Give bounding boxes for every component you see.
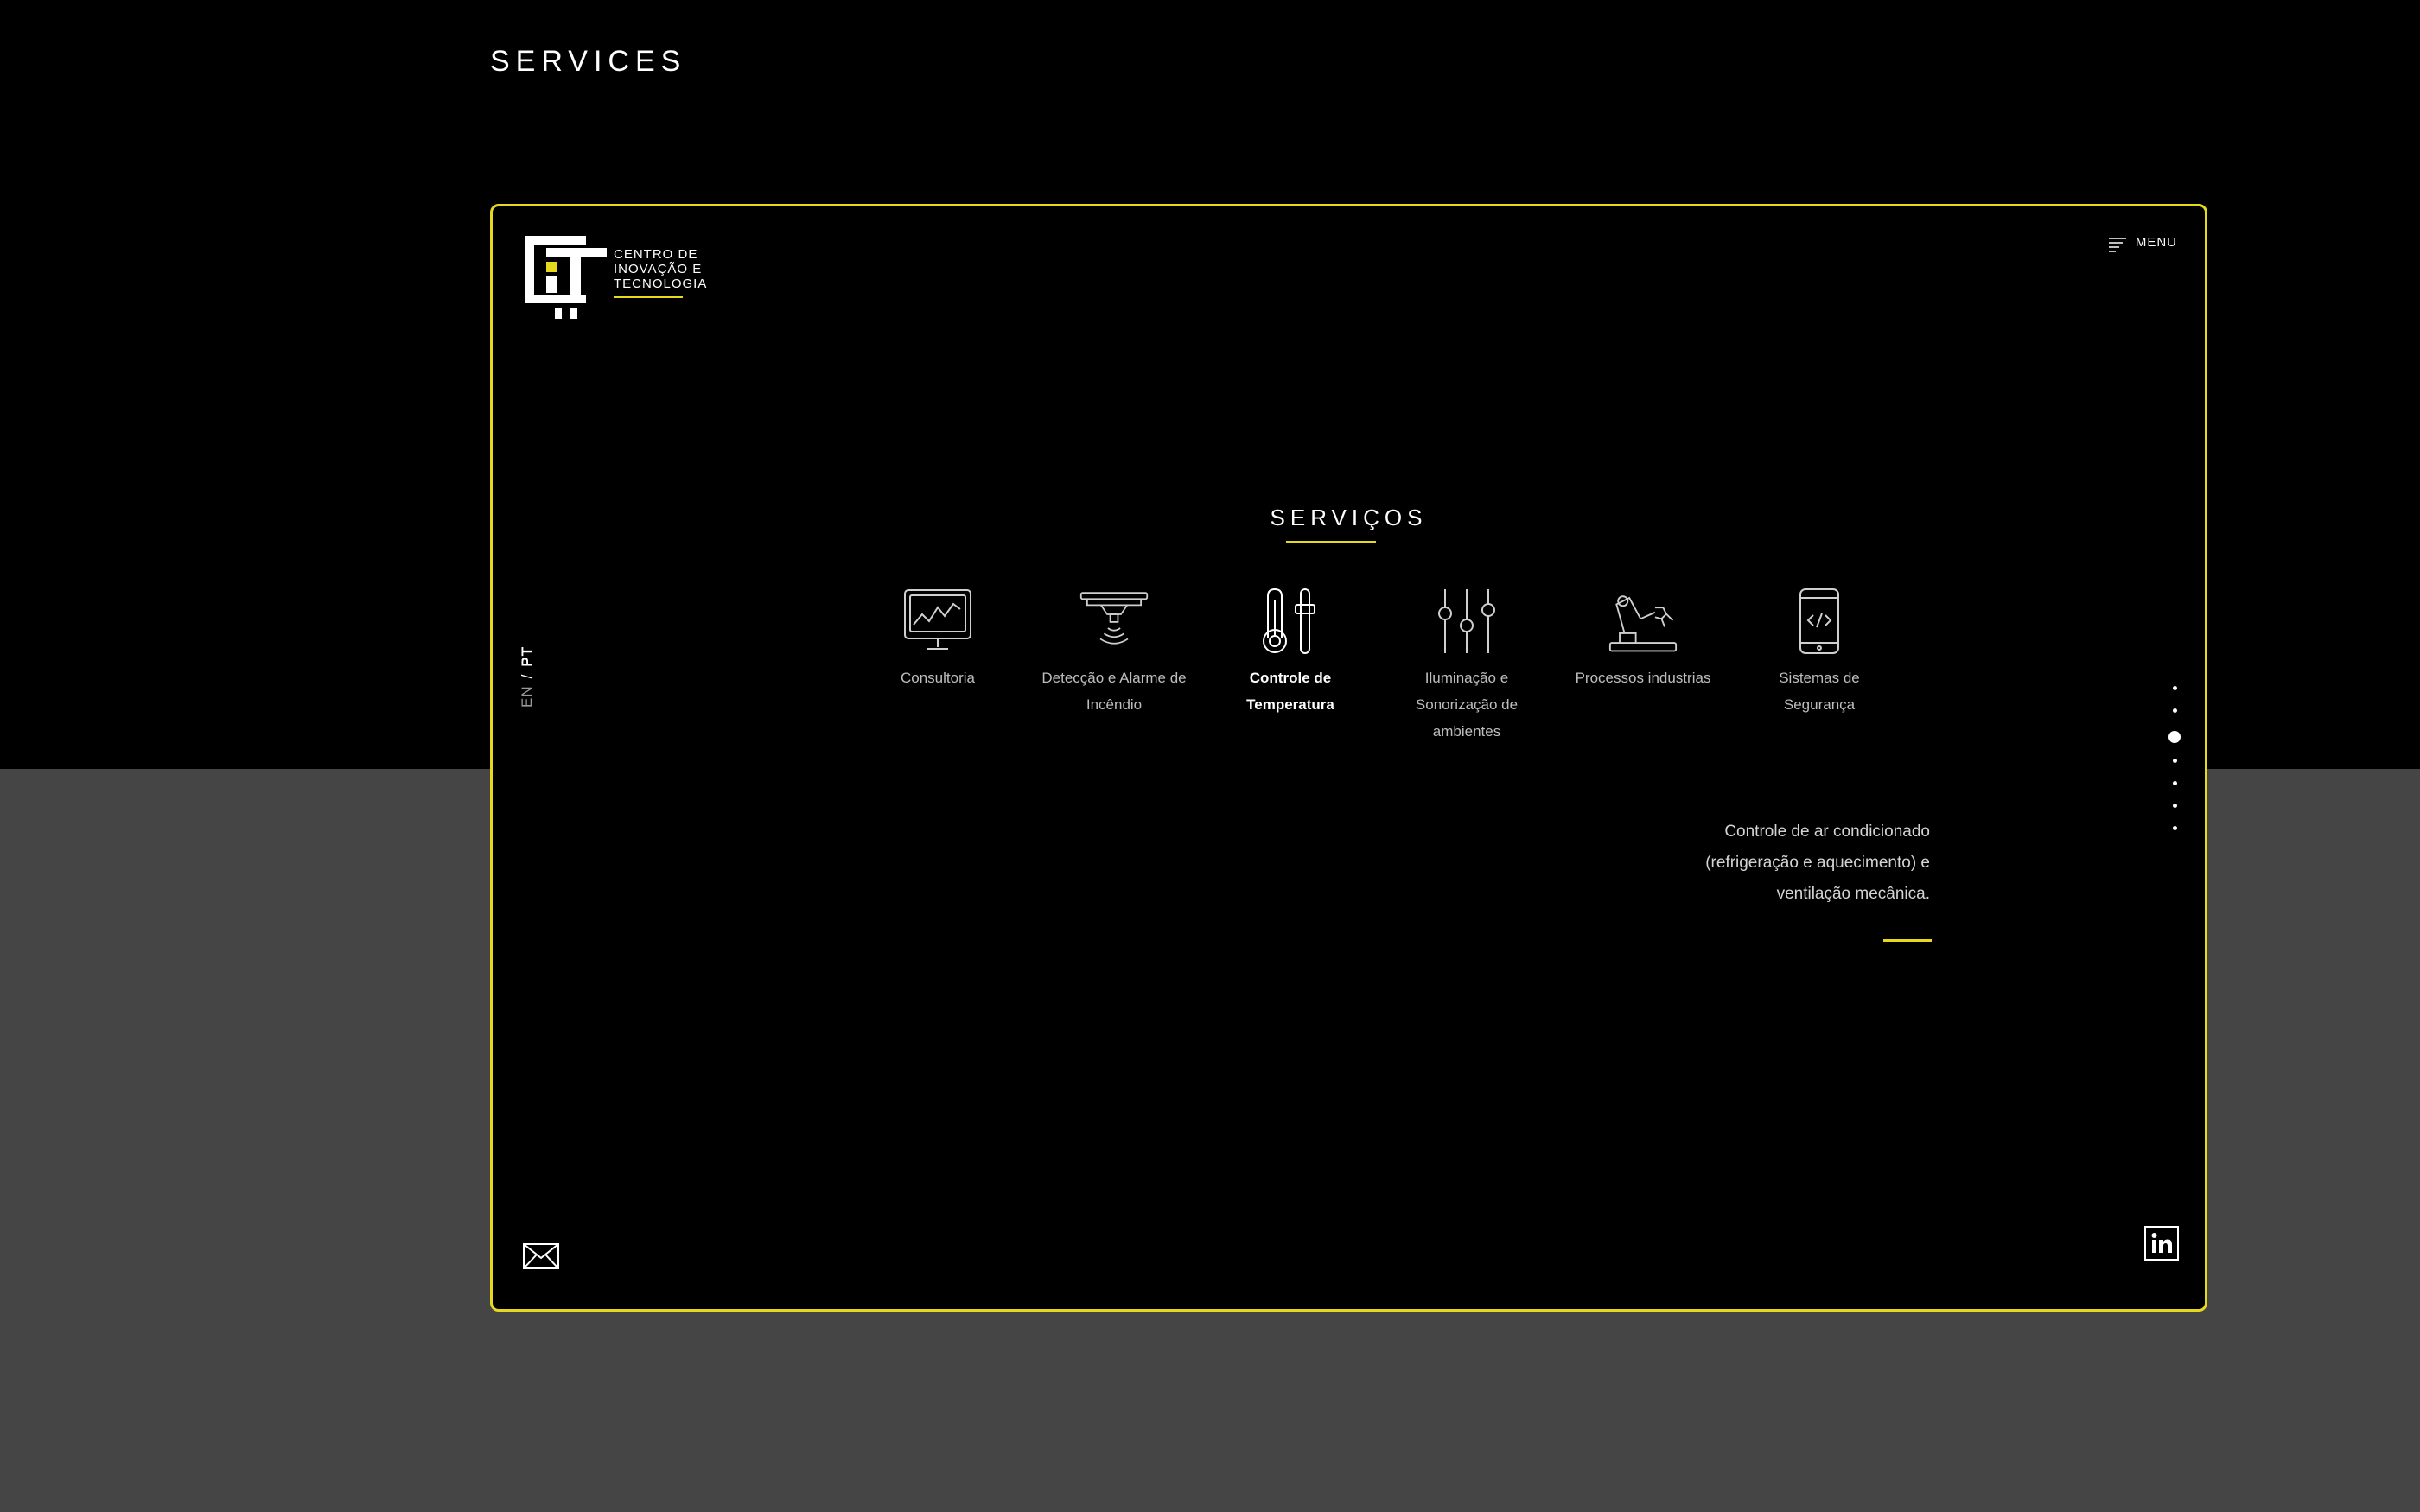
- services-list: Consultoria Detecção e Alarme de Incêndi…: [850, 587, 1907, 745]
- logo-underline: [614, 296, 683, 298]
- menu-button[interactable]: MENU: [2108, 235, 2177, 254]
- service-label: Sistemas de Segurança: [1779, 670, 1860, 713]
- service-controle-temperatura[interactable]: Controle de Temperatura: [1202, 587, 1379, 745]
- lang-pt[interactable]: PT: [519, 646, 535, 667]
- service-deteccao-alarme-incendio[interactable]: Detecção e Alarme de Incêndio: [1026, 587, 1202, 745]
- description-underline: [1883, 939, 1932, 942]
- language-switcher: EN / PT: [519, 621, 544, 725]
- hamburger-menu-icon: [2108, 238, 2126, 252]
- lang-en[interactable]: EN: [519, 685, 535, 708]
- envelope-icon: [523, 1243, 559, 1269]
- page-heading: SERVICES: [490, 45, 687, 78]
- pagination-dot[interactable]: [2172, 804, 2177, 808]
- pagination-dot[interactable]: [2172, 686, 2177, 690]
- service-label: Iluminação e Sonorização de ambientes: [1415, 670, 1519, 740]
- robot-arm-icon: [1608, 595, 1678, 652]
- pagination-dot[interactable]: [2172, 759, 2177, 763]
- mail-link[interactable]: [523, 1243, 559, 1274]
- service-label: Consultoria: [901, 670, 975, 686]
- smoke-detector-icon: [1079, 592, 1149, 645]
- service-description: Controle de ar condicionado (refrigeraçã…: [1705, 823, 1930, 903]
- service-label: Detecção e Alarme de Incêndio: [1041, 670, 1187, 713]
- site-frame: CENTRO DE INOVAÇÃO E TECNOLOGIA MENU EN /…: [490, 204, 2207, 1312]
- monitor-chart-icon: [904, 589, 971, 650]
- service-iluminacao-sonorizacao[interactable]: Iluminação e Sonorização de ambientes: [1379, 587, 1555, 745]
- service-processos-industrias[interactable]: Processos industrias: [1555, 587, 1731, 745]
- section-title: SERVIÇOS: [1270, 505, 1428, 530]
- title-underline: [1286, 541, 1376, 543]
- linkedin-link[interactable]: [2144, 1226, 2179, 1265]
- logo-text: CENTRO DE INOVAÇÃO E TECNOLOGIA: [614, 247, 708, 291]
- linkedin-icon: [2144, 1226, 2179, 1261]
- menu-label: MENU: [2135, 235, 2177, 250]
- sliders-icon: [1438, 589, 1495, 653]
- pagination-dot[interactable]: [2172, 826, 2177, 830]
- slide-pagination: [2168, 686, 2181, 848]
- thermometer-icon: [1263, 588, 1315, 654]
- smartphone-code-icon: [1799, 588, 1839, 654]
- service-label: Processos industrias: [1575, 670, 1711, 686]
- service-sistemas-seguranca[interactable]: Sistemas de Segurança: [1731, 587, 1907, 745]
- lang-separator: /: [519, 673, 535, 679]
- pagination-dot-active[interactable]: [2168, 731, 2181, 743]
- pagination-dot[interactable]: [2172, 781, 2177, 785]
- service-consultoria[interactable]: Consultoria: [850, 587, 1026, 745]
- pagination-dot[interactable]: [2172, 708, 2177, 713]
- service-label: Controle de Temperatura: [1246, 670, 1334, 713]
